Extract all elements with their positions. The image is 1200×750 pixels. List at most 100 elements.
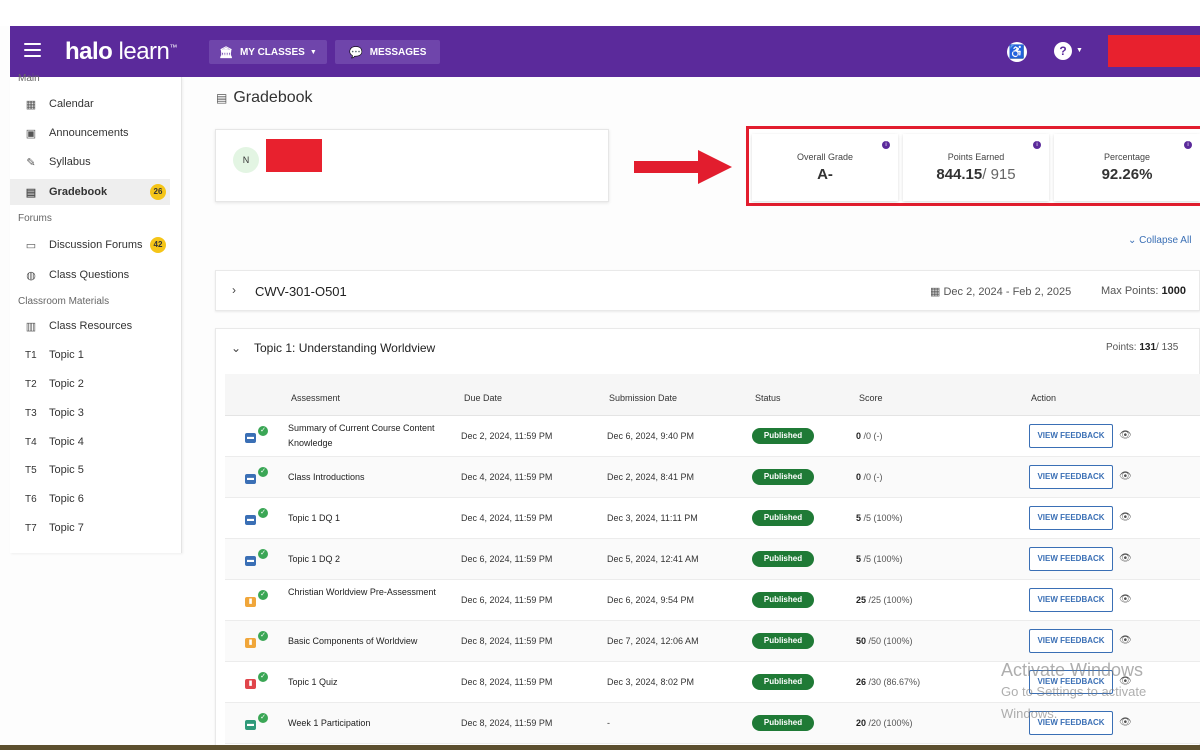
help-icon[interactable]: ? [1054, 42, 1072, 60]
assessment-name[interactable]: Christian Worldview Pre-Assessment [288, 585, 438, 600]
status-badge: Published [752, 469, 814, 485]
hamburger-menu-icon[interactable] [24, 43, 41, 57]
submission-date: Dec 5, 2024, 12:41 AM [607, 554, 699, 564]
sidebar-item-topic-5[interactable]: T5 Topic 5 [10, 457, 170, 483]
info-icon[interactable]: i [1033, 141, 1041, 149]
sidebar-item-topic-6[interactable]: T6 Topic 6 [10, 486, 170, 512]
sidebar-item-calendar[interactable]: ▦ Calendar [10, 91, 170, 117]
sidebar-item-announcements[interactable]: ▣ Announcements [10, 120, 170, 146]
sidebar-item-class-questions[interactable]: ◍ Class Questions [10, 262, 170, 288]
table-row: ▮ ✓ Basic Components of Worldview Dec 8, 20… [225, 621, 1200, 662]
completed-check-icon: ✓ [258, 631, 268, 641]
sidebar-item-label: Syllabus [49, 156, 91, 168]
eye-icon[interactable]: 👁 [1119, 430, 1132, 441]
sidebar-section-classroom-materials: Classroom Materials [18, 296, 110, 307]
score-earned: 25 [856, 595, 867, 605]
chat-type-icon: ▬ [245, 515, 256, 525]
course-code: CWV-301-O501 [255, 284, 347, 299]
logo-light-text: learn [118, 38, 170, 65]
eye-icon[interactable]: 👁 [1119, 635, 1132, 646]
eye-icon[interactable]: 👁 [1119, 471, 1132, 482]
eye-icon[interactable]: 👁 [1119, 553, 1132, 564]
completed-check-icon: ✓ [258, 426, 268, 436]
status-badge: Published [752, 551, 814, 567]
watermark-line-2: Go to Settings to activate Windows. [1001, 684, 1147, 721]
forum-icon: ▭ [25, 239, 37, 252]
table-row: ▮ ✓ Christian Worldview Pre-Assessment Dec … [225, 580, 1200, 621]
eye-icon[interactable]: 👁 [1119, 512, 1132, 523]
sidebar-item-topic-3[interactable]: T3 Topic 3 [10, 400, 170, 426]
redacted-user-block [1108, 35, 1200, 67]
due-date: Dec 8, 2024, 11:59 PM [461, 677, 553, 687]
sidebar-item-label: Topic 1 [49, 349, 84, 361]
collapse-all-link[interactable]: ⌄ Collapse All [1128, 235, 1191, 246]
chevron-down-icon: ▼ [309, 48, 317, 56]
topic-code: T5 [25, 464, 37, 476]
info-icon[interactable]: i [1184, 141, 1192, 149]
sidebar-item-topic-2[interactable]: T2 Topic 2 [10, 371, 170, 397]
assessment-name[interactable]: Basic Components of Worldview [288, 634, 438, 649]
percentage-value: 92.26% [1101, 166, 1153, 183]
score-possible: /30 (86.67%) [868, 677, 921, 687]
view-feedback-button[interactable]: VIEW FEEDBACK [1029, 629, 1113, 653]
assessment-name[interactable]: Topic 1 DQ 2 [288, 552, 438, 567]
student-card: N [215, 129, 609, 202]
course-row[interactable]: › CWV-301-O501 ▦ Dec 2, 2024 - Feb 2, 20… [215, 270, 1200, 311]
completed-check-icon: ✓ [258, 508, 268, 518]
header-action: Action [1031, 393, 1057, 403]
score-earned: 5 [856, 554, 862, 564]
assessment-name[interactable]: Topic 1 Quiz [288, 675, 438, 690]
eye-icon[interactable]: 👁 [1119, 594, 1132, 605]
sidebar-item-topic-1[interactable]: T1 Topic 1 [10, 342, 170, 368]
points-earned-number: 844.15 [936, 166, 983, 183]
view-feedback-button[interactable]: VIEW FEEDBACK [1029, 465, 1113, 489]
logo-bold-text: halo [65, 38, 113, 65]
page-title-text: Gradebook [233, 89, 313, 106]
table-row: ▬ ✓ Class Introductions Dec 4, 2024, 11:59 … [225, 457, 1200, 498]
accessibility-icon[interactable]: ♿ [1007, 42, 1027, 62]
info-icon[interactable]: i [882, 141, 890, 149]
topic-points-earned: 131 [1139, 342, 1157, 353]
messages-button[interactable]: 💬 MESSAGES [335, 40, 441, 64]
status-badge: Published [752, 428, 814, 444]
sidebar-item-topic-4[interactable]: T4 Topic 4 [10, 429, 170, 455]
left-sidebar: Main ▦ Calendar ▣ Announcements ✎ Syllab… [10, 73, 182, 553]
view-feedback-button[interactable]: VIEW FEEDBACK [1029, 424, 1113, 448]
points-earned-card: i Points Earned 844.15/ 915 [903, 134, 1049, 201]
submission-date: Dec 6, 2024, 9:40 PM [607, 431, 695, 441]
calendar-icon: ▦ [25, 98, 37, 111]
assessment-name[interactable]: Topic 1 DQ 1 [288, 511, 438, 526]
sidebar-item-gradebook[interactable]: ▤ Gradebook 26 [10, 179, 170, 205]
assessment-name[interactable]: Week 1 Participation [288, 716, 438, 731]
sidebar-item-label: Topic 7 [49, 522, 84, 534]
chevron-down-icon[interactable]: ⌄ [231, 341, 241, 355]
sidebar-item-topic-7[interactable]: T7 Topic 7 [10, 515, 170, 541]
sidebar-item-label: Class Resources [49, 320, 133, 332]
completed-check-icon: ✓ [258, 467, 268, 477]
topic-points: Points: 131/ 135 [1106, 342, 1178, 353]
sidebar-item-discussion-forums[interactable]: ▭ Discussion Forums 42 [10, 232, 170, 258]
sidebar-item-syllabus[interactable]: ✎ Syllabus [10, 149, 170, 175]
topic-code: T1 [25, 349, 37, 361]
course-dates: ▦ Dec 2, 2024 - Feb 2, 2025 [930, 285, 1071, 298]
assessment-name[interactable]: Summary of Current Course Content Knowle… [288, 421, 438, 451]
completed-check-icon: ✓ [258, 713, 268, 723]
syllabus-icon: ✎ [26, 156, 36, 169]
gradebook-screen: halo learn™ 🏛 MY CLASSES ▼ 💬 MESSAGES ♿ … [0, 0, 1200, 750]
completed-check-icon: ✓ [258, 672, 268, 682]
top-blank-area [0, 0, 1200, 26]
topic-code: T3 [25, 407, 37, 419]
view-feedback-button[interactable]: VIEW FEEDBACK [1029, 588, 1113, 612]
windows-activation-watermark: Activate Windows Go to Settings to activ… [1001, 659, 1200, 725]
header-submission-date: Submission Date [609, 393, 678, 403]
sidebar-section-forums: Forums [18, 213, 52, 224]
halo-learn-logo[interactable]: halo learn™ [65, 38, 177, 66]
my-classes-button[interactable]: 🏛 MY CLASSES ▼ [209, 40, 327, 64]
help-chevron-down-icon[interactable]: ▼ [1076, 47, 1083, 54]
view-feedback-button[interactable]: VIEW FEEDBACK [1029, 547, 1113, 571]
assessment-name[interactable]: Class Introductions [288, 470, 438, 485]
chevron-right-icon[interactable]: › [232, 283, 236, 297]
sidebar-item-class-resources[interactable]: ▥ Class Resources [10, 313, 170, 339]
view-feedback-button[interactable]: VIEW FEEDBACK [1029, 506, 1113, 530]
top-navigation-bar: halo learn™ 🏛 MY CLASSES ▼ 💬 MESSAGES ♿ … [10, 26, 1200, 77]
